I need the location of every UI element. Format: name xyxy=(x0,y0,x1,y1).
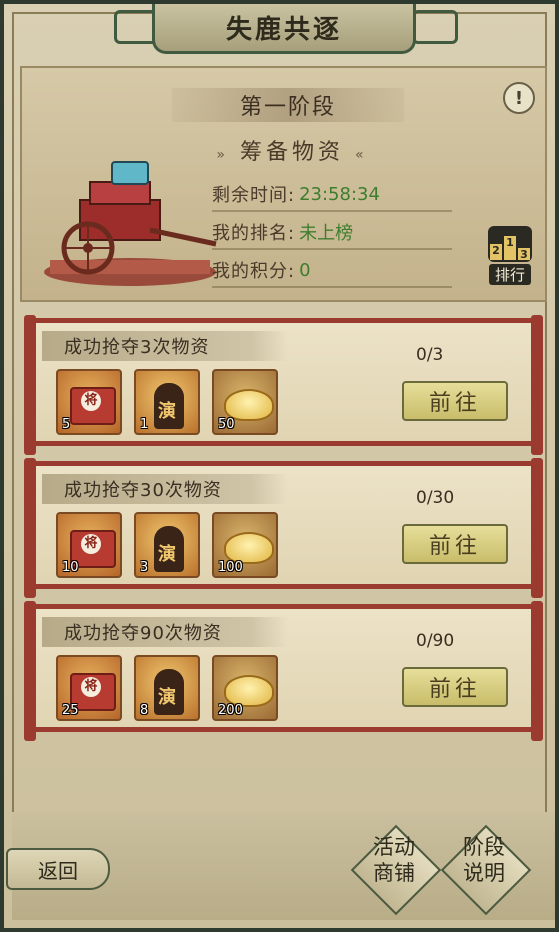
reward-item[interactable]: 演 1 xyxy=(134,369,200,435)
back-button[interactable]: 返回 xyxy=(6,848,110,890)
task-title-bar: 成功抢夺30次物资 xyxy=(42,474,288,504)
my-score-label: 我的积分: xyxy=(212,261,296,282)
reward-list: 将 5 演 1 50 xyxy=(56,369,278,435)
go-button[interactable]: 前往 xyxy=(402,667,508,707)
scroll-pole-left xyxy=(24,458,36,598)
reward-item[interactable]: 将 5 xyxy=(56,369,122,435)
event-shop-line2: 商铺 xyxy=(373,861,415,885)
reward-item[interactable]: 将 10 xyxy=(56,512,122,578)
ranking-button[interactable]: 2 1 3 排行 xyxy=(483,226,537,290)
task-progress: 0/3 xyxy=(416,345,444,365)
task-title-bar: 成功抢夺90次物资 xyxy=(42,617,288,647)
task-title: 成功抢夺30次物资 xyxy=(64,480,222,501)
game-frame: 失鹿共逐 第一阶段 » 筹备物资 « 剩余时间: 23:58:34 我的排名: … xyxy=(0,0,559,932)
chest-mark: 将 xyxy=(81,534,101,554)
my-score-row: 我的积分: 0 xyxy=(212,254,452,288)
go-button[interactable]: 前往 xyxy=(402,381,508,421)
subtitle-deco-right: « xyxy=(355,147,368,163)
event-header-panel: 第一阶段 » 筹备物资 « 剩余时间: 23:58:34 我的排名: 未上榜 我… xyxy=(20,66,547,302)
task-title-bar: 成功抢夺3次物资 xyxy=(42,331,288,361)
ranking-label: 排行 xyxy=(488,264,531,285)
my-rank-row: 我的排名: 未上榜 xyxy=(212,216,452,250)
title-banner: 失鹿共逐 xyxy=(152,4,416,54)
title-wing-right-ornament xyxy=(412,10,458,44)
scroll-pole-right xyxy=(531,601,543,741)
scroll-pole-right xyxy=(531,315,543,455)
remaining-time-value: 23:58:34 xyxy=(299,183,380,205)
figure-mark: 演 xyxy=(158,687,176,708)
reward-count: 5 xyxy=(62,417,71,432)
reward-count: 100 xyxy=(218,560,243,575)
stage-info-button[interactable]: 阶段 说明 xyxy=(440,824,532,916)
info-alert-icon[interactable]: ! xyxy=(503,82,535,114)
reward-count: 10 xyxy=(62,560,79,575)
reward-item[interactable]: 演 8 xyxy=(134,655,200,721)
reward-item[interactable]: 演 3 xyxy=(134,512,200,578)
reward-list: 将 10 演 3 100 xyxy=(56,512,278,578)
scroll-pole-left xyxy=(24,601,36,741)
task-title: 成功抢夺3次物资 xyxy=(64,337,210,358)
reward-count: 1 xyxy=(140,417,149,432)
task-progress: 0/90 xyxy=(416,631,455,651)
remaining-time-label: 剩余时间: xyxy=(212,185,296,206)
task-card: 成功抢夺30次物资 0/30 将 10 演 3 100 前往 xyxy=(24,458,543,598)
stage-info-label: 阶段 说明 xyxy=(444,834,524,886)
reward-item[interactable]: 将 25 xyxy=(56,655,122,721)
reward-item[interactable]: 200 xyxy=(212,655,278,721)
task-title: 成功抢夺90次物资 xyxy=(64,623,222,644)
my-rank-value: 未上榜 xyxy=(299,223,354,244)
reward-count: 8 xyxy=(140,703,149,718)
reward-count: 50 xyxy=(218,417,235,432)
task-card: 成功抢夺90次物资 0/90 将 25 演 8 200 前往 xyxy=(24,601,543,741)
reward-count: 3 xyxy=(140,560,149,575)
podium-third: 3 xyxy=(518,248,530,261)
reward-item[interactable]: 100 xyxy=(212,512,278,578)
chest-mark: 将 xyxy=(81,391,101,411)
subtitle-text: 筹备物资 xyxy=(239,140,344,165)
podium-first: 1 xyxy=(504,236,516,260)
reward-count: 25 xyxy=(62,703,79,718)
remaining-time-row: 剩余时间: 23:58:34 xyxy=(212,178,452,212)
reward-list: 将 25 演 8 200 xyxy=(56,655,278,721)
scroll-pole-right xyxy=(531,458,543,598)
back-label: 返回 xyxy=(38,858,78,883)
chest-mark: 将 xyxy=(81,677,101,697)
reward-count: 200 xyxy=(218,703,243,718)
podium-icon: 2 1 3 xyxy=(488,226,532,262)
stage-info-line1: 阶段 xyxy=(463,835,505,859)
reward-item[interactable]: 50 xyxy=(212,369,278,435)
stage-bar: 第一阶段 xyxy=(172,88,404,122)
scroll-pole-left xyxy=(24,315,36,455)
stage-label: 第一阶段 xyxy=(239,95,336,120)
stage-subtitle: » 筹备物资 « xyxy=(192,134,392,166)
event-shop-label: 活动 商铺 xyxy=(354,834,434,886)
task-card: 成功抢夺3次物资 0/3 将 5 演 1 50 前往 xyxy=(24,315,543,455)
task-progress: 0/30 xyxy=(416,488,455,508)
my-score-value: 0 xyxy=(299,259,311,281)
event-shop-line1: 活动 xyxy=(373,835,415,859)
go-button[interactable]: 前往 xyxy=(402,524,508,564)
event-shop-button[interactable]: 活动 商铺 xyxy=(350,824,442,916)
figure-mark: 演 xyxy=(158,401,176,422)
supply-cart-icon xyxy=(44,161,217,286)
stage-info-line2: 说明 xyxy=(463,861,505,885)
my-rank-label: 我的排名: xyxy=(212,223,296,244)
page-title: 失鹿共逐 xyxy=(225,15,342,45)
figure-mark: 演 xyxy=(158,544,176,565)
podium-second: 2 xyxy=(490,244,502,260)
